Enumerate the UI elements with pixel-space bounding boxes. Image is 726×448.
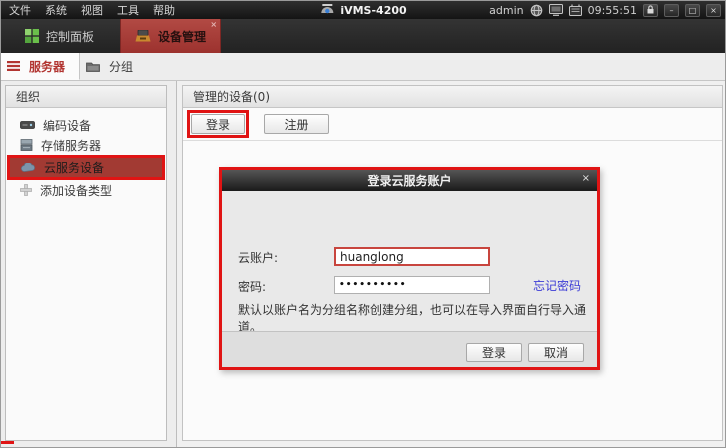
app-title-text: iVMS-4200: [340, 4, 406, 17]
managed-devices-header: 管理的设备(0): [183, 86, 722, 108]
minimize-button[interactable]: –: [664, 4, 679, 17]
login-button-annotation: 登录: [187, 110, 249, 138]
dialog-close-icon[interactable]: ×: [582, 173, 590, 184]
main-tabbar: 控制面板 设备管理 ×: [1, 19, 725, 53]
register-button[interactable]: 注册: [264, 114, 329, 134]
dialog-body: 云账户: 密码: 忘记密码 默认以账户名为分组名称创建分组，也可以在导入界面自行…: [222, 191, 597, 331]
sidebar-item-cloud-service-device[interactable]: 云服务设备: [7, 155, 165, 180]
calendar-status-icon[interactable]: [569, 4, 582, 16]
menu-system[interactable]: 系统: [45, 2, 67, 18]
current-user: admin: [489, 4, 523, 17]
organization-header-label: 组织: [16, 88, 40, 105]
organization-header: 组织: [6, 86, 166, 108]
cloud-login-dialog: 登录云服务账户 × 云账户: 密码: 忘记密码 默认以账户名为分组名称创建分组，…: [219, 167, 600, 370]
sidebar-item-label: 添加设备类型: [40, 182, 112, 199]
cloud-icon: [21, 163, 36, 172]
sidebar-item-label: 存储服务器: [41, 137, 101, 154]
app-window: 文件 系统 视图 工具 帮助 iVMS-4200 admin: [0, 0, 726, 448]
tab-label: 控制面板: [46, 28, 94, 45]
cloud-account-input[interactable]: [334, 247, 490, 266]
dialog-cancel-button[interactable]: 取消: [528, 343, 584, 362]
cloud-account-label: 云账户:: [238, 249, 278, 266]
server-list-icon: [7, 61, 20, 71]
device-management-icon: [135, 30, 151, 43]
device-toolbar: 登录 注册: [183, 108, 722, 141]
encoding-device-icon: [20, 121, 35, 129]
subtab-label: 分组: [109, 58, 133, 75]
maximize-button[interactable]: □: [685, 4, 700, 17]
close-button[interactable]: ×: [706, 4, 721, 17]
statusbar: admin: [489, 1, 721, 19]
tab-control-panel[interactable]: 控制面板: [11, 19, 108, 53]
sub-tabbar: 服务器 分组: [1, 53, 725, 81]
sidebar-item-add-device-type[interactable]: 添加设备类型: [6, 180, 166, 200]
password-label: 密码:: [238, 278, 266, 295]
device-type-list: 编码设备 存储服务器: [6, 108, 166, 200]
control-panel-grid-icon: [25, 29, 39, 43]
add-plus-icon: [20, 184, 32, 196]
sidebar-item-storage-server[interactable]: 存储服务器: [6, 135, 166, 155]
folder-icon: [86, 61, 100, 72]
subtab-label: 服务器: [29, 58, 65, 75]
lock-button[interactable]: [643, 4, 658, 17]
menu-help[interactable]: 帮助: [153, 2, 175, 18]
network-globe-icon[interactable]: [530, 4, 543, 17]
dialog-login-button[interactable]: 登录: [466, 343, 522, 362]
sidebar-item-label: 云服务设备: [44, 159, 104, 176]
subtab-group[interactable]: 分组: [80, 53, 147, 80]
app-title: iVMS-4200: [319, 1, 406, 19]
menu-file[interactable]: 文件: [9, 2, 31, 18]
dialog-footer: 登录 取消: [222, 331, 597, 367]
monitor-status-icon[interactable]: [549, 4, 563, 16]
managed-devices-header-label: 管理的设备(0): [193, 88, 270, 105]
tab-label: 设备管理: [158, 28, 206, 45]
login-button[interactable]: 登录: [191, 114, 245, 134]
organization-panel: 组织 编码设备: [5, 85, 167, 441]
forgot-password-link[interactable]: 忘记密码: [533, 277, 581, 294]
sidebar-item-encoding-device[interactable]: 编码设备: [6, 115, 166, 135]
clock: 09:55:51: [588, 4, 637, 17]
password-input[interactable]: [334, 276, 490, 294]
sidebar-item-label: 编码设备: [43, 117, 91, 134]
menu-view[interactable]: 视图: [81, 2, 103, 18]
tab-device-management[interactable]: 设备管理 ×: [120, 19, 221, 53]
dialog-titlebar[interactable]: 登录云服务账户 ×: [222, 170, 597, 191]
subtab-server[interactable]: 服务器: [1, 53, 80, 80]
tab-close-icon[interactable]: ×: [210, 21, 217, 29]
storage-server-icon: [20, 139, 33, 151]
dialog-title: 登录云服务账户: [367, 172, 451, 189]
organization-sidebar: 组织 编码设备: [1, 81, 177, 448]
dialog-note: 默认以账户名为分组名称创建分组，也可以在导入界面自行导入通道。: [238, 301, 597, 335]
menubar: 文件 系统 视图 工具 帮助 iVMS-4200 admin: [1, 1, 725, 19]
annotation-artifact: [1, 441, 14, 444]
menu-tools[interactable]: 工具: [117, 2, 139, 18]
dome-camera-icon: [319, 4, 335, 16]
menu-list: 文件 系统 视图 工具 帮助: [1, 2, 175, 18]
